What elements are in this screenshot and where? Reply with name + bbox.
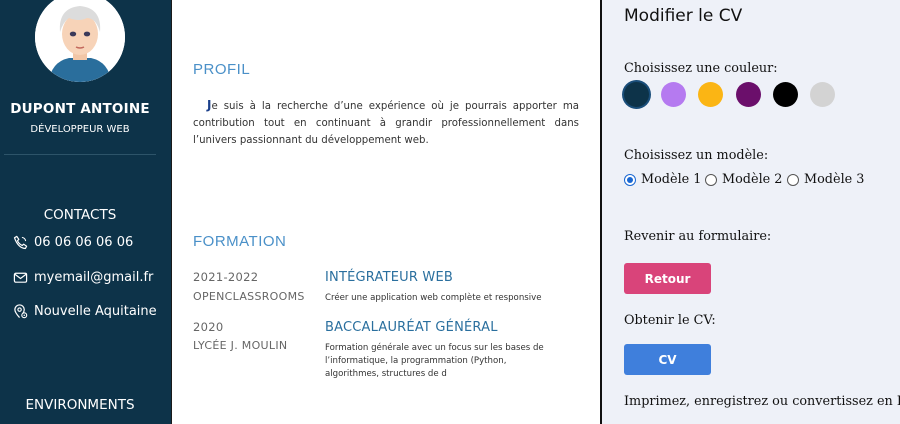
- contact-location: Nouvelle Aquitaine: [13, 304, 157, 319]
- back-button[interactable]: Retour: [624, 263, 711, 294]
- avatar-illustration: [35, 0, 125, 82]
- model-option-2[interactable]: Modèle 2: [705, 172, 782, 187]
- color-swatch-navy[interactable]: [624, 82, 649, 107]
- job-title: DÉVELOPPEUR WEB: [30, 124, 130, 135]
- contact-email-text: myemail@gmail.fr: [34, 270, 154, 285]
- environments-heading: ENVIRONMENTS: [25, 397, 135, 413]
- model-option-1[interactable]: Modèle 1: [624, 172, 701, 187]
- formation-date: 2020: [193, 320, 224, 334]
- model-label: Choisissez un modèle:: [624, 148, 769, 163]
- profil-heading: PROFIL: [193, 61, 251, 78]
- location-icon: [14, 304, 28, 319]
- contact-location-text: Nouvelle Aquitaine: [34, 304, 157, 319]
- envelope-icon: [13, 272, 28, 283]
- print-instructions: Imprimez, enregistrez ou convertissez en…: [624, 394, 900, 409]
- panel-title: Modifier le CV: [624, 6, 743, 26]
- radio-button[interactable]: [624, 173, 636, 186]
- edit-panel: Modifier le CV Choisissez une couleur: C…: [602, 0, 900, 424]
- formation-school: OPENCLASSROOMS: [193, 290, 305, 303]
- avatar: [35, 0, 125, 82]
- get-cv-button[interactable]: CV: [624, 344, 711, 375]
- contacts-heading: CONTACTS: [43, 207, 117, 223]
- cv-sidebar: DUPONT ANTOINE DÉVELOPPEUR WEB CONTACTS …: [0, 0, 171, 424]
- contact-phone-text: 06 06 06 06 06: [34, 235, 134, 250]
- formation-description: Formation générale avec un focus sur les…: [325, 343, 544, 379]
- profil-body: e suis à la recherche d’une expérience o…: [193, 101, 579, 146]
- color-swatch-purple[interactable]: [661, 82, 686, 107]
- formation-school: LYCÉE J. MOULIN: [193, 339, 288, 352]
- sidebar-divider: [4, 154, 156, 155]
- model-option-label: Modèle 1: [641, 172, 702, 187]
- phone-icon: [13, 235, 28, 250]
- contact-phone: 06 06 06 06 06: [13, 235, 133, 250]
- person-name: DUPONT ANTOINE: [10, 101, 150, 117]
- model-option-label: Modèle 2: [722, 172, 783, 187]
- color-label: Choisissez une couleur:: [624, 61, 778, 76]
- formation-description: Créer une application web complète et re…: [325, 293, 542, 303]
- cv-content: PROFIL Je suis à la recherche d’une expé…: [172, 0, 601, 424]
- contact-email: myemail@gmail.fr: [13, 270, 153, 285]
- formation-heading: FORMATION: [193, 233, 287, 250]
- color-swatch-black[interactable]: [773, 82, 798, 107]
- color-swatch-yellow[interactable]: [698, 82, 723, 107]
- color-swatch-plum[interactable]: [736, 82, 761, 107]
- formation-title: INTÉGRATEUR WEB: [325, 270, 453, 285]
- formation-date: 2021-2022: [193, 270, 259, 284]
- model-option-label: Modèle 3: [804, 172, 865, 187]
- profil-text: Je suis à la recherche d’une expérience …: [193, 97, 579, 149]
- color-swatch-gray[interactable]: [810, 82, 835, 107]
- radio-button[interactable]: [705, 173, 717, 186]
- back-label: Revenir au formulaire:: [624, 229, 772, 244]
- model-option-3[interactable]: Modèle 3: [787, 172, 864, 187]
- radio-button[interactable]: [787, 173, 799, 186]
- get-cv-label: Obtenir le CV:: [624, 313, 716, 328]
- formation-title: BACCALAURÉAT GÉNÉRAL: [325, 320, 498, 335]
